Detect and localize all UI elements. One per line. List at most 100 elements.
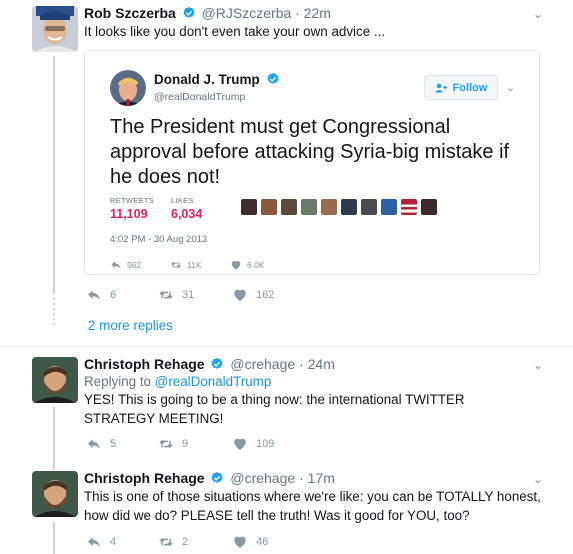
liker-avatars <box>241 199 437 215</box>
retweet-count: 11K <box>187 260 202 270</box>
retweet-count: 9 <box>182 438 189 450</box>
like-action[interactable]: 109 <box>232 436 274 452</box>
like-count: 6.0K <box>247 260 265 270</box>
quoted-tweet-card[interactable]: Donald J. Trump @realDonaldTrump Follow … <box>84 50 540 275</box>
tweet-rob-szczerba[interactable]: Rob Szczerba @RJSzczerba · 22m ⌄ It look… <box>0 0 573 345</box>
reply-icon <box>86 436 102 452</box>
likes-value[interactable]: 6,034 <box>171 207 202 221</box>
retweet-count: 31 <box>182 289 195 301</box>
tweet-text: YES! This is going to be a thing now: th… <box>84 392 465 426</box>
retweet-count: 2 <box>182 536 189 548</box>
heart-icon <box>232 534 248 550</box>
verified-badge-icon <box>210 357 224 371</box>
quoted-name-text: Donald J. Trump <box>154 72 260 87</box>
avatar[interactable] <box>32 6 78 52</box>
tweet-christoph-rehage-2[interactable]: Christoph Rehage @crehage · 17m ⌄ This i… <box>0 462 573 554</box>
retweet-icon <box>158 287 174 303</box>
tweet-header: Christoph Rehage @crehage · 24m <box>84 356 335 372</box>
quoted-reply-action[interactable]: 962 <box>110 259 141 271</box>
reply-count: 5 <box>110 438 117 450</box>
retweet-icon <box>170 259 182 271</box>
verified-badge-icon <box>266 72 280 86</box>
retweet-action[interactable]: 2 <box>158 534 188 550</box>
liker-avatar[interactable] <box>241 199 257 215</box>
quoted-retweet-action[interactable]: 11K <box>170 259 202 271</box>
author-handle[interactable]: @crehage <box>230 470 295 486</box>
quoted-author-name[interactable]: Donald J. Trump <box>154 72 282 87</box>
liker-avatar[interactable] <box>421 199 437 215</box>
quoted-author-handle[interactable]: @realDonaldTrump <box>154 91 245 103</box>
like-count: 162 <box>256 289 275 301</box>
reply-icon <box>86 534 102 550</box>
liker-avatar[interactable] <box>381 199 397 215</box>
replying-to-link[interactable]: @realDonaldTrump <box>155 374 272 389</box>
reply-icon <box>110 259 122 271</box>
retweet-icon <box>158 436 174 452</box>
quoted-like-action[interactable]: 6.0K <box>230 259 265 271</box>
tweet-header: Christoph Rehage @crehage · 17m <box>84 470 335 486</box>
retweet-action[interactable]: 31 <box>158 287 194 303</box>
quoted-tweet-text: The President must get Congressional app… <box>110 116 510 188</box>
tweet-header: Rob Szczerba @RJSzczerba · 22m <box>84 5 331 21</box>
liker-avatar[interactable] <box>361 199 377 215</box>
tweet-text: It looks like you don't even take your o… <box>84 24 386 39</box>
tweet-time[interactable]: 24m <box>308 356 335 372</box>
follow-button[interactable]: Follow <box>424 75 498 100</box>
separator-dot: · <box>299 356 304 372</box>
liker-avatar[interactable] <box>341 199 357 215</box>
chevron-down-icon[interactable]: ⌄ <box>506 81 515 94</box>
separator-dot: · <box>299 470 304 486</box>
like-action[interactable]: 46 <box>232 534 268 550</box>
reply-action[interactable]: 5 <box>86 436 116 452</box>
reply-icon <box>86 287 102 303</box>
author-name[interactable]: Christoph Rehage <box>84 470 205 486</box>
thread-line <box>53 522 55 554</box>
liker-avatar[interactable] <box>281 199 297 215</box>
retweets-label: RETWEETS <box>110 196 155 205</box>
tweet-text: This is one of those situations where we… <box>84 489 541 523</box>
reply-action[interactable]: 6 <box>86 287 116 303</box>
avatar[interactable] <box>32 471 78 517</box>
heart-icon <box>232 287 248 303</box>
thread-line <box>53 462 55 470</box>
liker-avatar[interactable] <box>301 199 317 215</box>
heart-icon <box>232 436 248 452</box>
author-handle[interactable]: @crehage <box>230 356 295 372</box>
verified-badge-icon <box>182 6 196 20</box>
reply-action[interactable]: 4 <box>86 534 116 550</box>
more-replies-link[interactable]: 2 more replies <box>88 318 173 333</box>
like-action[interactable]: 162 <box>232 287 274 303</box>
quoted-timestamp[interactable]: 4:02 PM - 30 Aug 2013 <box>110 234 207 245</box>
reply-count: 6 <box>110 289 117 301</box>
liker-avatar[interactable] <box>261 199 277 215</box>
tweet-time[interactable]: 17m <box>308 470 335 486</box>
replying-prefix: Replying to <box>84 374 151 389</box>
follow-label: Follow <box>452 81 488 94</box>
retweets-value[interactable]: 11,109 <box>110 207 148 221</box>
avatar[interactable] <box>32 357 78 403</box>
like-count: 46 <box>256 536 269 548</box>
author-name[interactable]: Rob Szczerba <box>84 5 176 21</box>
replying-to: Replying to @realDonaldTrump <box>84 374 271 389</box>
like-count: 109 <box>256 438 275 450</box>
reply-count: 962 <box>127 260 142 270</box>
thread-dots <box>53 298 55 328</box>
thread-line <box>53 407 55 462</box>
tweet-time[interactable]: 22m <box>304 5 331 21</box>
author-name[interactable]: Christoph Rehage <box>84 356 205 372</box>
author-handle[interactable]: @RJSzczerba <box>202 5 292 21</box>
liker-avatar[interactable] <box>401 199 417 215</box>
chevron-down-icon[interactable]: ⌄ <box>533 472 543 486</box>
retweet-icon <box>158 534 174 550</box>
reply-count: 4 <box>110 536 117 548</box>
quoted-avatar[interactable] <box>110 70 146 106</box>
retweet-action[interactable]: 9 <box>158 436 188 452</box>
verified-badge-icon <box>210 471 224 485</box>
likes-label: LIKES <box>171 196 194 205</box>
chevron-down-icon[interactable]: ⌄ <box>533 7 543 21</box>
thread-line <box>53 56 55 294</box>
tweet-christoph-rehage-1[interactable]: Christoph Rehage @crehage · 24m ⌄ Replyi… <box>0 347 573 462</box>
liker-avatar[interactable] <box>321 199 337 215</box>
heart-icon <box>230 259 242 271</box>
chevron-down-icon[interactable]: ⌄ <box>533 358 543 372</box>
